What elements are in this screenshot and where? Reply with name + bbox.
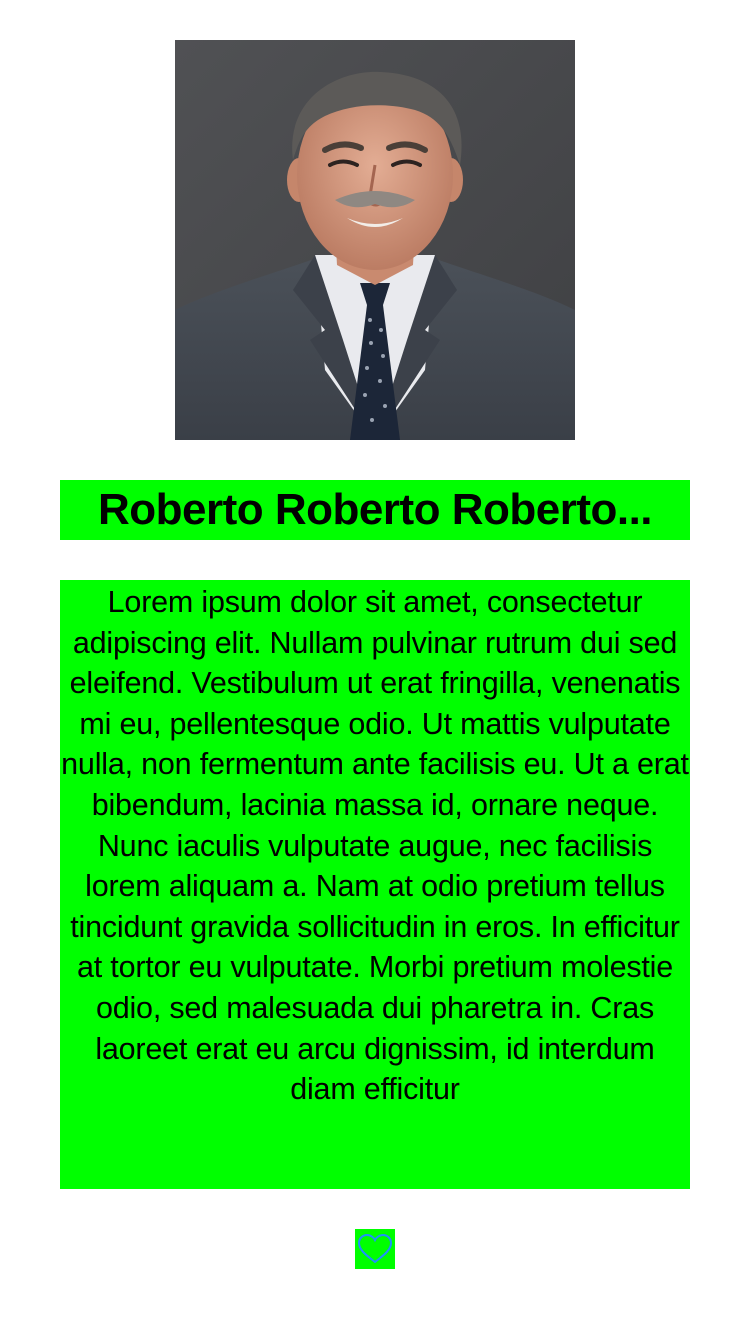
heart-outline-icon [357,1233,393,1264]
portrait-image [175,40,575,440]
profile-bio: Lorem ipsum dolor sit amet, consectetur … [61,585,689,1107]
profile-photo [175,40,575,440]
like-button[interactable] [355,1229,395,1269]
name-container: Roberto Roberto Roberto... [60,480,690,540]
profile-name: Roberto Roberto Roberto... [97,485,653,534]
bio-container: Lorem ipsum dolor sit amet, consectetur … [60,580,690,1189]
